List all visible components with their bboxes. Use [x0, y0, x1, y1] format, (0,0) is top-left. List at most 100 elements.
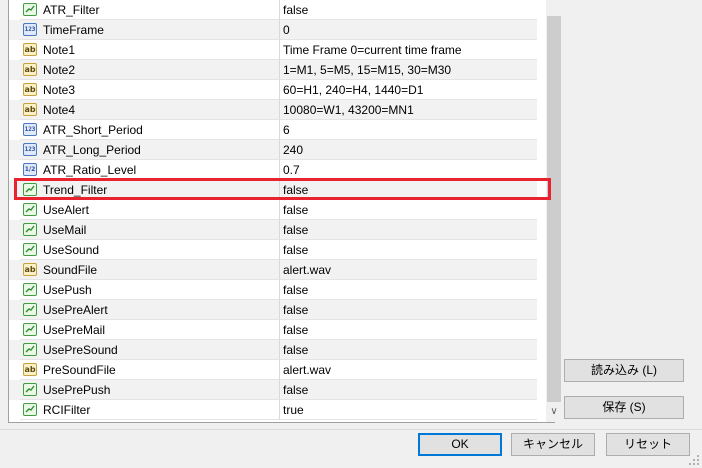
resize-grip-icon[interactable] [688, 454, 700, 466]
param-name: Note3 [43, 83, 76, 97]
param-value-cell[interactable]: 60=H1, 240=H4, 1440=D1 [280, 80, 537, 100]
param-row-useprepush[interactable]: UsePrePush false [9, 380, 537, 400]
param-row-atr-long-period[interactable]: 123 ATR_Long_Period 240 [9, 140, 537, 160]
param-value: false [283, 223, 309, 237]
boolean-icon [23, 223, 37, 236]
param-name-cell[interactable]: UsePreMail [20, 320, 280, 340]
param-name-cell[interactable]: UseAlert [20, 200, 280, 220]
param-value-cell[interactable]: false [280, 0, 537, 20]
param-row-note3[interactable]: ab Note3 60=H1, 240=H4, 1440=D1 [9, 80, 537, 100]
param-value-cell[interactable]: 10080=W1, 43200=MN1 [280, 100, 537, 120]
param-value-cell[interactable]: false [280, 300, 537, 320]
param-name-cell[interactable]: ATR_Filter [20, 0, 280, 20]
param-name-cell[interactable]: ab Note2 [20, 60, 280, 80]
param-value-cell[interactable]: false [280, 320, 537, 340]
param-name: Note1 [43, 43, 76, 57]
param-value: false [283, 343, 309, 357]
param-value: false [283, 3, 309, 17]
param-value-cell[interactable]: alert.wav [280, 360, 537, 380]
parameters-grid: ATR_Filter false 123 TimeFrame 0 ab Note1 Time … [8, 0, 562, 423]
scrollbar-thumb[interactable] [547, 16, 561, 402]
string-icon: ab [23, 103, 37, 116]
param-row-usepremail[interactable]: UsePreMail false [9, 320, 537, 340]
boolean-icon [23, 323, 37, 336]
param-name: UseSound [43, 243, 100, 257]
param-name-cell[interactable]: UsePreSound [20, 340, 280, 360]
param-row-note1[interactable]: ab Note1 Time Frame 0=current time frame [9, 40, 537, 60]
param-row-rcifilter[interactable]: RCIFilter true [9, 400, 537, 420]
param-row-usepush[interactable]: UsePush false [9, 280, 537, 300]
param-value-cell[interactable]: 0 [280, 20, 537, 40]
param-name-cell[interactable]: ab Note1 [20, 40, 280, 60]
param-row-presoundfile[interactable]: ab PreSoundFile alert.wav [9, 360, 537, 380]
param-value-cell[interactable]: Time Frame 0=current time frame [280, 40, 537, 60]
param-value: false [283, 323, 309, 337]
param-name-cell[interactable]: RCIFilter [20, 400, 280, 420]
param-name: ATR_Short_Period [43, 123, 143, 137]
param-value-cell[interactable]: alert.wav [280, 260, 537, 280]
param-row-usemail[interactable]: UseMail false [9, 220, 537, 240]
param-row-timeframe[interactable]: 123 TimeFrame 0 [9, 20, 537, 40]
param-name-cell[interactable]: 123 ATR_Short_Period [20, 120, 280, 140]
param-name-cell[interactable]: UseMail [20, 220, 280, 240]
param-value-cell[interactable]: 6 [280, 120, 537, 140]
param-name: UsePrePush [43, 383, 111, 397]
param-value-cell[interactable]: false [280, 380, 537, 400]
param-value: false [283, 303, 309, 317]
param-value: 0 [283, 23, 290, 37]
param-row-useprealert[interactable]: UsePreAlert false [9, 300, 537, 320]
param-name-cell[interactable]: UseSound [20, 240, 280, 260]
param-name: Note4 [43, 103, 76, 117]
param-name-cell[interactable]: ab PreSoundFile [20, 360, 280, 380]
string-icon: ab [23, 263, 37, 276]
param-name: UseMail [43, 223, 87, 237]
param-value-cell[interactable]: false [280, 240, 537, 260]
string-icon: ab [23, 83, 37, 96]
param-name: TimeFrame [43, 23, 104, 37]
ok-button[interactable]: OK [418, 433, 502, 456]
load-button[interactable]: 読み込み (L) [564, 359, 684, 382]
cancel-button[interactable]: キャンセル [511, 433, 595, 456]
param-value-cell[interactable]: false [280, 220, 537, 240]
param-name-cell[interactable]: UsePush [20, 280, 280, 300]
param-name-cell[interactable]: 1/2 ATR_Ratio_Level [20, 160, 280, 180]
param-name-cell[interactable]: UsePreAlert [20, 300, 280, 320]
param-value-cell[interactable]: false [280, 280, 537, 300]
param-row-note4[interactable]: ab Note4 10080=W1, 43200=MN1 [9, 100, 537, 120]
param-row-atr-ratio-level[interactable]: 1/2 ATR_Ratio_Level 0.7 [9, 160, 537, 180]
param-value: 60=H1, 240=H4, 1440=D1 [283, 83, 424, 97]
param-row-usealert[interactable]: UseAlert false [9, 200, 537, 220]
param-name-cell[interactable]: 123 TimeFrame [20, 20, 280, 40]
scroll-down-arrow-icon[interactable]: ∨ [546, 403, 562, 421]
param-row-usesound[interactable]: UseSound false [9, 240, 537, 260]
param-value-cell[interactable]: false [280, 200, 537, 220]
param-row-usepresound[interactable]: UsePreSound false [9, 340, 537, 360]
param-value-cell[interactable]: 240 [280, 140, 537, 160]
string-icon: ab [23, 43, 37, 56]
param-value: 10080=W1, 43200=MN1 [283, 103, 414, 117]
reset-button[interactable]: リセット [606, 433, 690, 456]
param-name-cell[interactable]: ab Note3 [20, 80, 280, 100]
boolean-icon [23, 403, 37, 416]
param-value: false [283, 383, 309, 397]
boolean-icon [23, 3, 37, 16]
param-row-atr-short-period[interactable]: 123 ATR_Short_Period 6 [9, 120, 537, 140]
param-value-cell[interactable]: 0.7 [280, 160, 537, 180]
param-name: UseAlert [43, 203, 90, 217]
parameters-rows: ATR_Filter false 123 TimeFrame 0 ab Note1 Time … [9, 0, 537, 420]
param-row-note2[interactable]: ab Note2 1=M1, 5=M5, 15=M15, 30=M30 [9, 60, 537, 80]
param-name-cell[interactable]: UsePrePush [20, 380, 280, 400]
param-row-soundfile[interactable]: ab SoundFile alert.wav [9, 260, 537, 280]
param-name-cell[interactable]: 123 ATR_Long_Period [20, 140, 280, 160]
save-button[interactable]: 保存 (S) [564, 396, 684, 419]
param-value-cell[interactable]: false [280, 340, 537, 360]
param-value-cell[interactable]: true [280, 400, 537, 420]
vertical-scrollbar[interactable]: ∨ [546, 0, 562, 422]
param-value: 240 [283, 143, 304, 157]
param-row-atr-filter[interactable]: ATR_Filter false [9, 0, 537, 20]
boolean-icon [23, 303, 37, 316]
param-name-cell[interactable]: ab SoundFile [20, 260, 280, 280]
param-value: true [283, 403, 304, 417]
param-value-cell[interactable]: 1=M1, 5=M5, 15=M15, 30=M30 [280, 60, 537, 80]
param-name-cell[interactable]: ab Note4 [20, 100, 280, 120]
